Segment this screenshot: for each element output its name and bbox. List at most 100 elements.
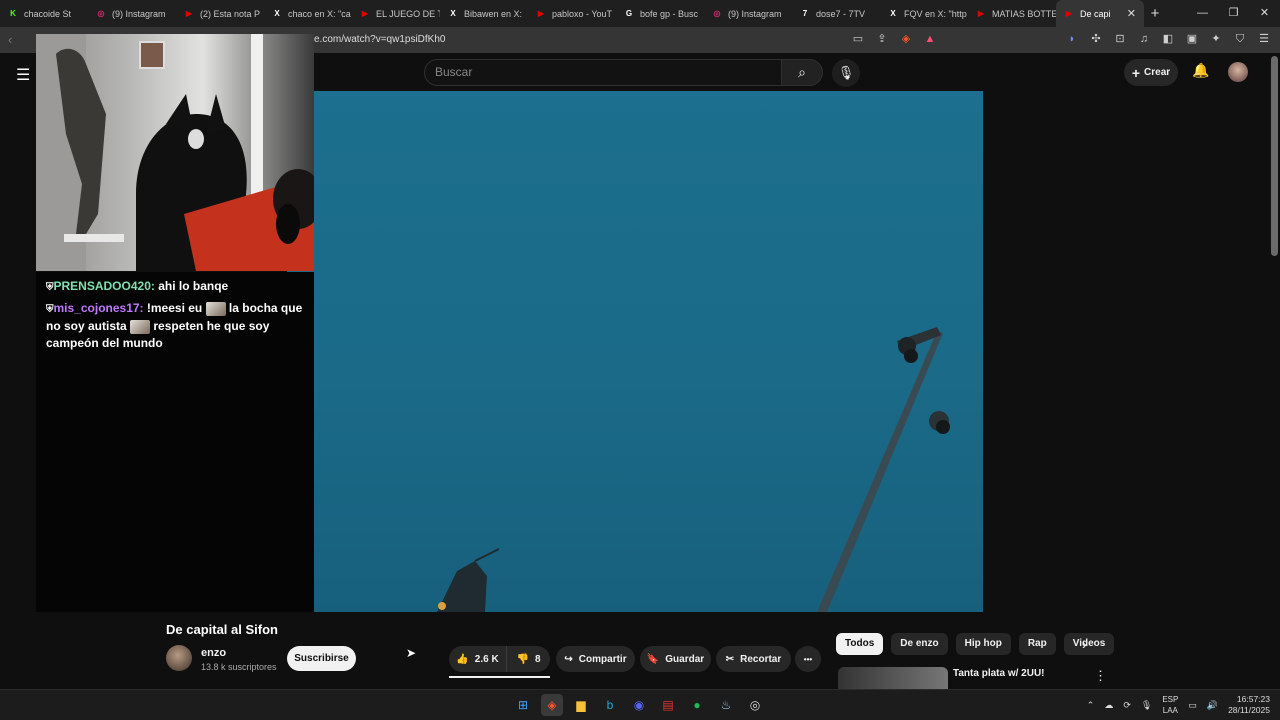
video-player[interactable]: [287, 91, 983, 612]
browser-tab[interactable]: X Bibawen en X:: [440, 0, 528, 27]
windows-start-icon[interactable]: ⊞: [512, 694, 534, 716]
browser-tab[interactable]: ▶ (2) Esta nota P: [176, 0, 264, 27]
chat-text: !meesi eu: [143, 301, 206, 315]
chip-de-enzo[interactable]: De enzo: [891, 633, 948, 655]
youtube-icon: ▶: [185, 8, 193, 18]
brave-rewards-icon[interactable]: ▲: [922, 31, 938, 47]
spotify-icon[interactable]: ●: [686, 694, 708, 716]
restore-icon[interactable]: ❐: [1218, 0, 1249, 27]
cast-icon[interactable]: ▭: [850, 31, 866, 47]
search-input[interactable]: Buscar: [424, 59, 782, 86]
kick-icon: K: [10, 8, 16, 18]
obs-icon[interactable]: ◎: [744, 694, 766, 716]
steam-icon[interactable]: ♨: [715, 694, 737, 716]
volume-icon[interactable]: 🔊: [1207, 700, 1218, 711]
media-icon[interactable]: ♫: [1136, 31, 1152, 47]
like-button[interactable]: 👍 2.6 K: [449, 646, 506, 672]
wallet-icon[interactable]: ▣: [1184, 31, 1200, 47]
chip-videos[interactable]: Videos: [1063, 633, 1115, 655]
clip-button[interactable]: ✂ Recortar: [716, 646, 791, 672]
channel-avatar[interactable]: [166, 645, 192, 671]
brave-browser-icon[interactable]: ◈: [541, 694, 563, 716]
browser-tab[interactable]: Xchaco en X: "ca: [264, 0, 352, 27]
browser-tab[interactable]: Gbofe gp - Busc: [616, 0, 704, 27]
vpn-icon[interactable]: ⛉: [1232, 31, 1248, 47]
recommended-title[interactable]: Tanta plata w/ 2UU!: [953, 668, 1045, 679]
back-icon[interactable]: ‹: [8, 32, 12, 47]
clock[interactable]: 16:57:23 28/11/2025: [1228, 694, 1270, 716]
tab-label: (9) Instagram: [728, 8, 782, 19]
lamp-head-1-base: [904, 349, 918, 363]
browser-tab[interactable]: ▶ pabloxo - YouT: [528, 0, 616, 27]
sidebar-icon[interactable]: ◧: [1160, 31, 1176, 47]
tab-label: Bibawen en X:: [464, 8, 523, 19]
url-field[interactable]: e.com/watch?v=qw1psiDfKh0: [314, 34, 445, 45]
tab-label: (9) Instagram: [112, 8, 166, 19]
extensions-icon[interactable]: ✣: [1088, 31, 1104, 47]
brave-shield-icon[interactable]: ◈: [898, 31, 914, 47]
subscriber-count: 13.8 k suscriptores: [201, 662, 277, 672]
screenshot-icon[interactable]: ⊡: [1112, 31, 1128, 47]
language-indicator[interactable]: ESP LAA: [1162, 694, 1178, 716]
share-icon[interactable]: ⇪: [874, 31, 890, 47]
ai-icon[interactable]: ✦: [1208, 31, 1224, 47]
browser-tab[interactable]: ◎ (9) Instagram: [88, 0, 176, 27]
tab-label: MATIAS BOTTE: [992, 8, 1056, 19]
chat-username: mis_cojones17:: [53, 301, 144, 315]
voice-search-button[interactable]: 🎙: [832, 59, 860, 87]
kebab-menu-icon[interactable]: ⋮: [1094, 668, 1107, 684]
notifications-bell-icon[interactable]: 🔔: [1192, 62, 1209, 79]
recommended-thumbnail[interactable]: [838, 667, 948, 689]
subscribe-button[interactable]: Suscribirse: [287, 646, 356, 671]
browser-tab[interactable]: X FQV en X: "http: [880, 0, 968, 27]
share-button[interactable]: ↪ Compartir: [556, 646, 635, 672]
leo-icon[interactable]: ◗: [1064, 31, 1080, 47]
create-button[interactable]: + Crear: [1124, 59, 1178, 86]
x-icon: X: [274, 8, 280, 18]
hamburger-menu-icon[interactable]: ☰: [16, 65, 30, 85]
more-actions-button[interactable]: •••: [795, 646, 821, 672]
mouse-cursor-icon: ➤: [406, 646, 417, 660]
thumbs-down-icon: 👎: [516, 653, 529, 665]
chip-todos[interactable]: Todos: [836, 633, 884, 655]
tab-label: chacoide St: [24, 8, 72, 19]
file-explorer-icon[interactable]: ▆: [570, 694, 592, 716]
display-icon[interactable]: ▭: [1188, 700, 1197, 711]
tab-label: De capi: [1080, 8, 1111, 19]
microphone-icon: 🎙: [837, 65, 855, 80]
dislike-button[interactable]: 👎 8: [506, 646, 550, 672]
tab-close-icon[interactable]: ✕: [1127, 7, 1136, 20]
chip-hip-hop[interactable]: Hip hop: [955, 633, 1011, 655]
discord-icon[interactable]: ◉: [628, 694, 650, 716]
microphone-tray-icon[interactable]: 🎙: [1141, 700, 1152, 711]
page-scrollbar[interactable]: [1271, 56, 1278, 256]
browser-tab[interactable]: ◎ (9) Instagram: [704, 0, 792, 27]
chevron-right-icon[interactable]: ›: [1082, 636, 1087, 652]
tab-label: chaco en X: "ca: [288, 8, 351, 19]
media-app-icon[interactable]: ▤: [657, 694, 679, 716]
minimize-icon[interactable]: —: [1187, 0, 1218, 27]
browser-tab[interactable]: Kchacoide St: [0, 0, 88, 27]
bing-icon[interactable]: b: [599, 694, 621, 716]
chevron-up-icon[interactable]: ⌃: [1087, 700, 1095, 711]
browser-tab[interactable]: ▶ MATIAS BOTTE: [968, 0, 1056, 27]
google-icon: G: [625, 8, 633, 18]
search-button[interactable]: ⌕: [781, 59, 823, 86]
browser-tab[interactable]: ▶ De capi ✕: [1056, 0, 1144, 27]
account-avatar[interactable]: [1228, 62, 1248, 82]
browser-tab[interactable]: 7 dose7 - 7TV: [792, 0, 880, 27]
share-arrow-icon: ↪: [564, 653, 573, 665]
sync-icon[interactable]: ⟳: [1123, 700, 1131, 711]
7tv-icon: 7: [802, 8, 808, 18]
system-tray: ⌃ ☁ ⟳ 🎙 ESP LAA ▭ 🔊 16:57:23 28/11/2025: [1087, 694, 1270, 716]
channel-name[interactable]: enzo: [201, 647, 226, 659]
chip-rap[interactable]: Rap: [1018, 633, 1056, 655]
chat-message: ⛨PRENSADOO420: ahi lo banqe: [46, 278, 312, 296]
menu-icon[interactable]: ☰: [1256, 31, 1272, 47]
save-button[interactable]: 🔖 Guardar: [640, 646, 711, 672]
scissors-icon: ✂: [725, 653, 735, 665]
cloud-icon[interactable]: ☁: [1104, 700, 1113, 711]
new-tab-icon[interactable]: +: [1144, 5, 1166, 22]
browser-tab[interactable]: ▶ EL JUEGO DE T: [352, 0, 440, 27]
close-window-icon[interactable]: ✕: [1249, 0, 1280, 27]
